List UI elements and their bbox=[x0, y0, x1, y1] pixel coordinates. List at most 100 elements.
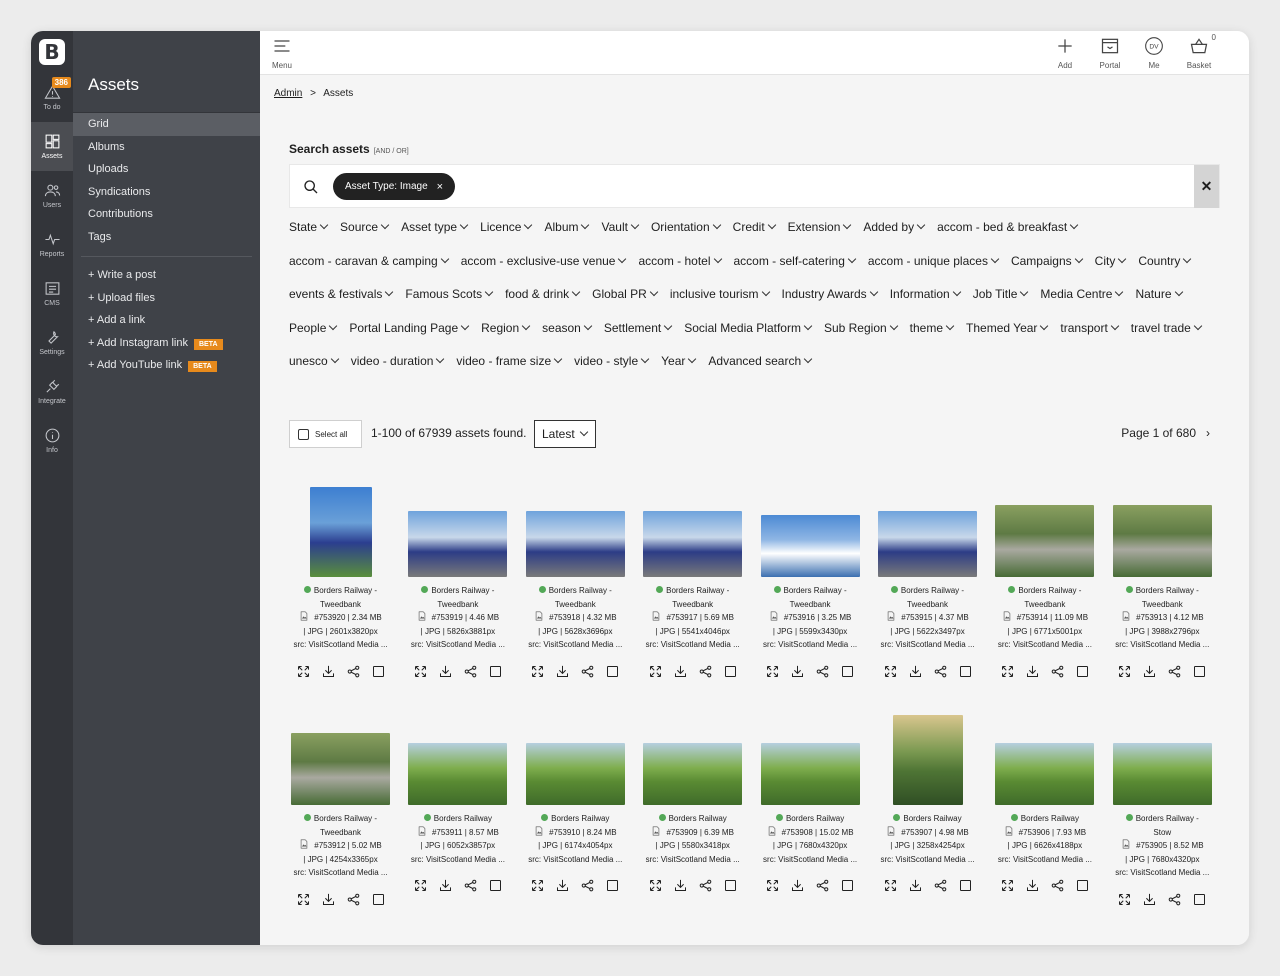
filter-dropdown[interactable]: video - frame size bbox=[456, 352, 561, 370]
asset-title[interactable]: Borders Railway - bbox=[549, 586, 612, 595]
asset-thumbnail[interactable] bbox=[995, 505, 1095, 577]
share-icon[interactable] bbox=[933, 878, 948, 893]
asset-thumbnail[interactable] bbox=[760, 743, 860, 805]
nav-item-uploads[interactable]: Uploads bbox=[73, 158, 260, 181]
select-checkbox-icon[interactable] bbox=[605, 664, 620, 679]
filter-dropdown[interactable]: season bbox=[542, 319, 591, 337]
filter-dropdown[interactable]: accom - hotel bbox=[638, 252, 720, 270]
portal-button[interactable]: Portal bbox=[1090, 36, 1130, 70]
rail-item-integrate[interactable]: Integrate bbox=[31, 367, 73, 416]
asset-thumbnail[interactable] bbox=[995, 743, 1095, 805]
filter-dropdown[interactable]: People bbox=[289, 319, 336, 337]
share-icon[interactable] bbox=[346, 892, 361, 907]
expand-icon[interactable] bbox=[883, 664, 898, 679]
asset-title[interactable]: Borders Railway - bbox=[1136, 586, 1199, 595]
nav-item-contributions[interactable]: Contributions bbox=[73, 203, 260, 226]
select-checkbox-icon[interactable] bbox=[1192, 664, 1207, 679]
share-icon[interactable] bbox=[1167, 664, 1182, 679]
asset-title[interactable]: Borders Railway - bbox=[1136, 814, 1199, 823]
filter-dropdown[interactable]: Themed Year bbox=[966, 319, 1047, 337]
me-button[interactable]: DV Me bbox=[1134, 36, 1174, 70]
expand-icon[interactable] bbox=[648, 664, 663, 679]
asset-title[interactable]: Borders Railway bbox=[434, 814, 492, 823]
asset-thumbnail[interactable] bbox=[408, 743, 508, 805]
share-icon[interactable] bbox=[580, 664, 595, 679]
asset-thumbnail[interactable] bbox=[878, 511, 977, 577]
filter-dropdown[interactable]: accom - caravan & camping bbox=[289, 252, 448, 270]
share-icon[interactable] bbox=[346, 664, 361, 679]
next-page-button[interactable]: › bbox=[1206, 426, 1210, 440]
select-checkbox-icon[interactable] bbox=[371, 664, 386, 679]
share-icon[interactable] bbox=[1050, 664, 1065, 679]
filter-dropdown[interactable]: City bbox=[1095, 252, 1126, 270]
expand-icon[interactable] bbox=[296, 664, 311, 679]
expand-icon[interactable] bbox=[413, 664, 428, 679]
asset-title[interactable]: Borders Railway bbox=[669, 814, 727, 823]
asset-thumbnail[interactable] bbox=[643, 743, 743, 805]
asset-title-cont[interactable]: Tweedbank bbox=[320, 828, 361, 837]
select-checkbox-icon[interactable] bbox=[1075, 664, 1090, 679]
download-icon[interactable] bbox=[1025, 878, 1040, 893]
asset-title-cont[interactable]: Tweedbank bbox=[790, 600, 831, 609]
download-icon[interactable] bbox=[1025, 664, 1040, 679]
filter-dropdown[interactable]: video - duration bbox=[351, 352, 444, 370]
add-button[interactable]: Add bbox=[1045, 36, 1085, 70]
add-youtube-link[interactable]: + Add YouTube link BETA bbox=[73, 354, 260, 377]
nav-item-tags[interactable]: Tags bbox=[73, 226, 260, 249]
clear-search-button[interactable]: ✕ bbox=[1194, 165, 1219, 208]
expand-icon[interactable] bbox=[765, 878, 780, 893]
add-link-link[interactable]: + Add a link bbox=[73, 309, 260, 332]
filter-dropdown[interactable]: Job Title bbox=[973, 285, 1028, 303]
filter-dropdown[interactable]: Album bbox=[544, 218, 588, 236]
nav-item-grid[interactable]: Grid bbox=[73, 113, 260, 136]
rail-item-users[interactable]: Users bbox=[31, 171, 73, 220]
asset-title[interactable]: Borders Railway bbox=[786, 814, 844, 823]
filter-dropdown[interactable]: Settlement bbox=[604, 319, 671, 337]
asset-title[interactable]: Borders Railway - bbox=[314, 814, 377, 823]
expand-icon[interactable] bbox=[413, 878, 428, 893]
asset-thumbnail[interactable] bbox=[1112, 743, 1212, 805]
filter-dropdown[interactable]: Orientation bbox=[651, 218, 720, 236]
filter-dropdown[interactable]: Year bbox=[661, 352, 695, 370]
filter-dropdown[interactable]: transport bbox=[1060, 319, 1117, 337]
write-post-link[interactable]: + Write a post bbox=[73, 264, 260, 287]
share-icon[interactable] bbox=[933, 664, 948, 679]
rail-item-todo[interactable]: 386 To do bbox=[31, 73, 73, 122]
filter-chip[interactable]: Asset Type: Image × bbox=[333, 173, 456, 200]
asset-title[interactable]: Borders Railway - bbox=[901, 586, 964, 595]
filter-dropdown[interactable]: Industry Awards bbox=[782, 285, 877, 303]
asset-title[interactable]: Borders Railway - bbox=[784, 586, 847, 595]
share-icon[interactable] bbox=[463, 664, 478, 679]
select-checkbox-icon[interactable] bbox=[840, 664, 855, 679]
asset-thumbnail[interactable] bbox=[643, 511, 743, 577]
asset-title[interactable]: Borders Railway bbox=[1021, 814, 1079, 823]
search-mode-toggle[interactable]: [AND / OR] bbox=[374, 148, 409, 155]
asset-thumbnail[interactable] bbox=[760, 515, 860, 577]
asset-title-cont[interactable]: Stow bbox=[1153, 828, 1171, 837]
expand-icon[interactable] bbox=[296, 892, 311, 907]
search-input[interactable]: Asset Type: Image × ✕ bbox=[289, 164, 1220, 208]
download-icon[interactable] bbox=[673, 664, 688, 679]
filter-dropdown[interactable]: travel trade bbox=[1131, 319, 1201, 337]
filter-dropdown[interactable]: Sub Region bbox=[824, 319, 897, 337]
expand-icon[interactable] bbox=[1117, 892, 1132, 907]
filter-dropdown[interactable]: accom - exclusive-use venue bbox=[461, 252, 626, 270]
share-icon[interactable] bbox=[815, 664, 830, 679]
add-instagram-link[interactable]: + Add Instagram link BETA bbox=[73, 332, 260, 355]
asset-title[interactable]: Borders Railway bbox=[551, 814, 609, 823]
filter-dropdown[interactable]: Credit bbox=[733, 218, 775, 236]
download-icon[interactable] bbox=[908, 664, 923, 679]
filter-dropdown[interactable]: Region bbox=[481, 319, 529, 337]
filter-dropdown[interactable]: Country bbox=[1138, 252, 1190, 270]
expand-icon[interactable] bbox=[883, 878, 898, 893]
filter-dropdown[interactable]: Famous Scots bbox=[405, 285, 492, 303]
asset-thumbnail[interactable] bbox=[1112, 505, 1212, 577]
expand-icon[interactable] bbox=[530, 664, 545, 679]
filter-dropdown[interactable]: Global PR bbox=[592, 285, 657, 303]
download-icon[interactable] bbox=[321, 664, 336, 679]
select-all-button[interactable]: Select all bbox=[289, 420, 362, 448]
select-checkbox-icon[interactable] bbox=[958, 664, 973, 679]
download-icon[interactable] bbox=[1142, 664, 1157, 679]
select-checkbox-icon[interactable] bbox=[488, 664, 503, 679]
rail-item-info[interactable]: Info bbox=[31, 416, 73, 465]
